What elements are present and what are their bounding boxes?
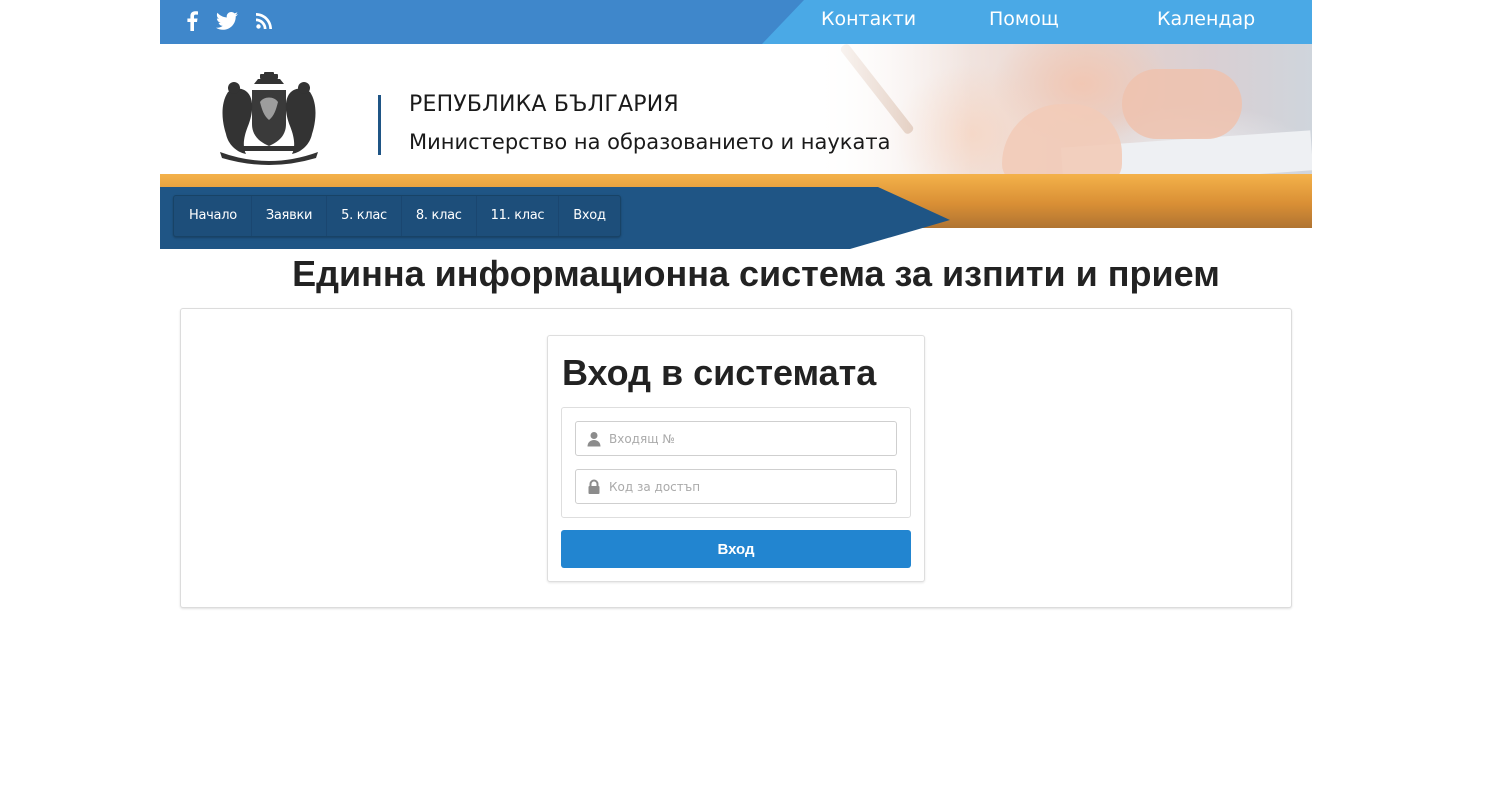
login-form: Вход в системата Вход bbox=[547, 335, 925, 582]
help-link[interactable]: Помощ bbox=[989, 8, 1059, 30]
top-links: Контакти Помощ Календар bbox=[160, 0, 1312, 44]
site-header: РЕПУБЛИКА БЪЛГАРИЯ Министерство на образ… bbox=[160, 44, 1312, 174]
header-divider bbox=[378, 95, 381, 155]
main-nav: Начало Заявки 5. клас 8. клас 11. клас В… bbox=[173, 195, 621, 237]
calendar-link[interactable]: Календар bbox=[1157, 8, 1255, 30]
nav-item-applications[interactable]: Заявки bbox=[252, 196, 328, 236]
nav-item-grade-5[interactable]: 5. клас bbox=[327, 196, 402, 236]
entry-number-field bbox=[575, 421, 897, 456]
page-title: Единна информационна система за изпити и… bbox=[292, 253, 1220, 294]
login-button[interactable]: Вход bbox=[561, 530, 911, 568]
contacts-link[interactable]: Контакти bbox=[821, 8, 916, 30]
nav-item-home[interactable]: Начало bbox=[174, 196, 252, 236]
login-heading: Вход в системата bbox=[562, 352, 877, 393]
country-name: РЕПУБЛИКА БЪЛГАРИЯ bbox=[409, 92, 679, 117]
nav-item-grade-11[interactable]: 11. клас bbox=[477, 196, 560, 236]
header-photo bbox=[812, 44, 1312, 174]
nav-item-grade-8[interactable]: 8. клас bbox=[402, 196, 477, 236]
access-code-field bbox=[575, 469, 897, 504]
coat-of-arms-logo bbox=[220, 72, 318, 165]
entry-number-input[interactable] bbox=[609, 423, 889, 454]
user-icon bbox=[587, 432, 601, 447]
login-fields bbox=[561, 407, 911, 518]
top-bar: Контакти Помощ Календар bbox=[160, 0, 1312, 44]
lock-icon bbox=[588, 479, 600, 494]
ministry-name: Министерство на образованието и науката bbox=[409, 130, 891, 154]
nav-item-login[interactable]: Вход bbox=[559, 196, 619, 236]
access-code-input[interactable] bbox=[609, 471, 889, 502]
